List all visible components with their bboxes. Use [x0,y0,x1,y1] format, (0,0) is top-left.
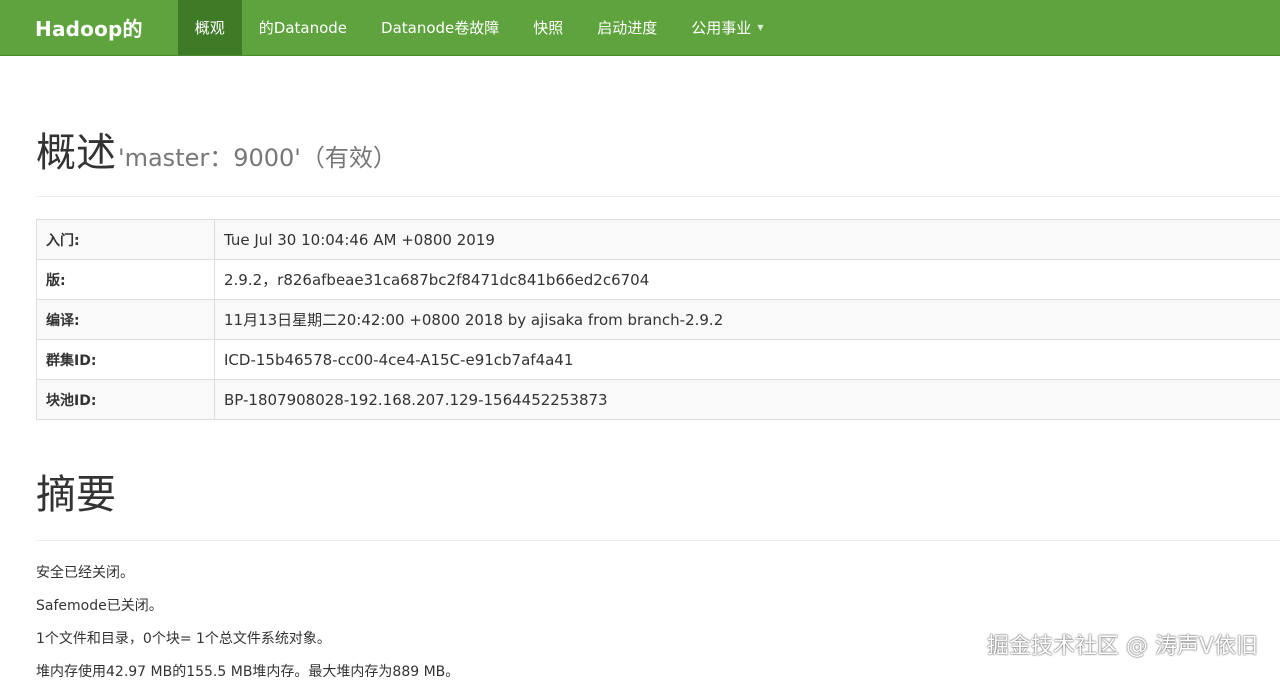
row-key: 版: [37,260,215,300]
row-key: 入门: [37,220,215,260]
nav-item-startup-progress[interactable]: 启动进度 [580,0,674,55]
brand-title[interactable]: Hadoop的 [0,0,178,55]
nav-item-overview[interactable]: 概观 [178,0,242,55]
row-key: 群集ID: [37,340,215,380]
summary-line: Safemode已关闭。 [36,590,1280,623]
watermark: 掘金技术社区 @ 涛声V依旧 [987,628,1258,660]
table-row: 块池ID: BP-1807908028-192.168.207.129-1564… [37,380,1280,420]
nav-item-utilities[interactable]: 公用事业 ▼ [674,0,780,55]
nav-item-datanode[interactable]: 的Datanode [242,0,364,55]
row-value: 11月13日星期二20:42:00 +0800 2018 by ajisaka … [215,300,1280,340]
row-value: Tue Jul 30 10:04:46 AM +0800 2019 [215,220,1280,260]
summary-line: 安全已经关闭。 [36,557,1280,590]
nav-item-utilities-label: 公用事业 [691,17,751,38]
row-key: 编译: [37,300,215,340]
summary-line: 堆内存使用42.97 MB的155.5 MB堆内存。最大堆内存为889 MB。 [36,656,1280,689]
row-value: ICD-15b46578-cc00-4ce4-A15C-e91cb7af4a41 [215,340,1280,380]
row-value: 2.9.2，r826afbeae31ca687bc2f8471dc841b66e… [215,260,1280,300]
nav-item-snapshot[interactable]: 快照 [516,0,580,55]
page-title: 概述 [36,120,116,178]
caret-down-icon: ▼ [757,23,763,32]
overview-table: 入门: Tue Jul 30 10:04:46 AM +0800 2019 版:… [36,219,1280,420]
table-row: 版: 2.9.2，r826afbeae31ca687bc2f8471dc841b… [37,260,1280,300]
table-row: 编译: 11月13日星期二20:42:00 +0800 2018 by ajis… [37,300,1280,340]
top-navbar: Hadoop的 概观 的Datanode Datanode卷故障 快照 启动进度… [0,0,1280,56]
table-row: 群集ID: ICD-15b46578-cc00-4ce4-A15C-e91cb7… [37,340,1280,380]
page-subtitle: 'master：9000'（有效） [118,138,397,173]
main-content: 概述 'master：9000'（有效） 入门: Tue Jul 30 10:0… [36,56,1280,689]
table-row: 入门: Tue Jul 30 10:04:46 AM +0800 2019 [37,220,1280,260]
row-value: BP-1807908028-192.168.207.129-1564452253… [215,380,1280,420]
nav-item-volume-failures[interactable]: Datanode卷故障 [364,0,516,55]
overview-header: 概述 'master：9000'（有效） [36,120,1280,197]
row-key: 块池ID: [37,380,215,420]
nav-menu: 概观 的Datanode Datanode卷故障 快照 启动进度 公用事业 ▼ [178,0,781,55]
summary-title: 摘要 [36,462,1280,541]
summary-section: 安全已经关闭。 Safemode已关闭。 1个文件和目录，0个块= 1个总文件系… [36,557,1280,689]
